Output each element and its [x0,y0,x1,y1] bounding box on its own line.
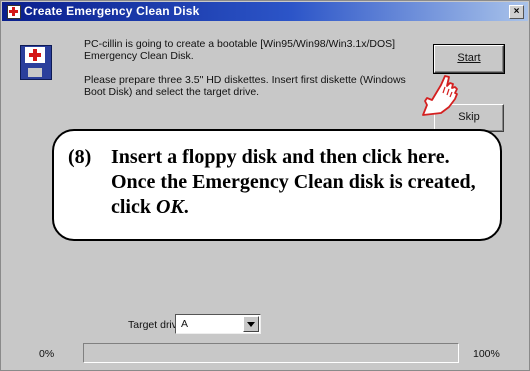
target-drive-value: A [181,318,189,330]
close-icon[interactable]: × [509,5,524,19]
progress-end-label: 100% [473,348,500,360]
pointing-hand-icon [422,75,458,116]
progress-start-label: 0% [39,348,55,360]
callout-step-number: (8) [68,146,92,168]
callout-ok-word: OK [156,196,184,218]
chevron-down-icon[interactable] [243,316,259,332]
start-button[interactable]: Start [433,44,505,74]
red-cross-app-icon [7,5,21,19]
callout-text-end: . [183,196,189,218]
emergency-disk-icon [20,45,52,80]
title-bar[interactable]: Create Emergency Clean Disk × [2,2,528,21]
intro-message: PC-cillin is going to create a bootable … [84,38,396,62]
start-button-label: Start [457,52,481,64]
target-drive-select[interactable]: A [175,314,261,334]
progress-bar [83,343,459,363]
instruction-callout: (8) Insert a floppy disk and then click … [52,129,502,241]
callout-text: Insert a floppy disk and then click here… [111,145,496,220]
instruction-message: Please prepare three 3.5" HD diskettes. … [84,74,406,98]
window-title: Create Emergency Clean Disk [24,4,200,18]
dialog-window: Create Emergency Clean Disk × PC-cillin … [0,0,530,371]
